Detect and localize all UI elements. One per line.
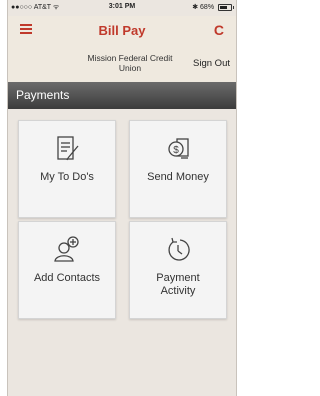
institution-name: Mission Federal Credit Union	[87, 53, 173, 73]
battery-percent: ✱ 68%	[192, 4, 215, 11]
account-header: Mission Federal Credit Union Sign Out	[8, 46, 236, 82]
send-money-tile[interactable]: $ Send Money	[129, 120, 227, 218]
page-title: Bill Pay	[98, 23, 146, 38]
my-todos-tile[interactable]: My To Do's	[18, 120, 116, 218]
refresh-icon[interactable]: C	[214, 22, 224, 38]
section-header: Payments	[8, 82, 236, 109]
app-screen: ●●○○○ AT&T ᯤ 3:01 PM ✱ 68% Bill Pay C Mi…	[7, 0, 237, 396]
payment-activity-tile[interactable]: Payment Activity	[129, 221, 227, 319]
tile-label: Send Money	[147, 171, 209, 183]
payment-history-icon	[130, 235, 226, 265]
tile-label: Payment Activity	[156, 272, 200, 297]
add-contact-icon	[19, 235, 115, 265]
add-contacts-tile[interactable]: Add Contacts	[18, 221, 116, 319]
battery-icon	[218, 3, 234, 11]
sign-out-button[interactable]: Sign Out	[193, 58, 230, 69]
section-title: Payments	[16, 88, 70, 102]
battery-status: ✱ 68%	[192, 3, 234, 11]
send-money-icon: $	[130, 134, 226, 164]
svg-text:$: $	[173, 145, 179, 156]
tile-label: My To Do's	[40, 171, 94, 183]
nav-bar: Bill Pay C	[8, 16, 236, 46]
status-bar: ●●○○○ AT&T ᯤ 3:01 PM ✱ 68%	[8, 0, 236, 16]
tile-label: Add Contacts	[33, 272, 101, 284]
todo-checklist-icon	[19, 134, 115, 164]
